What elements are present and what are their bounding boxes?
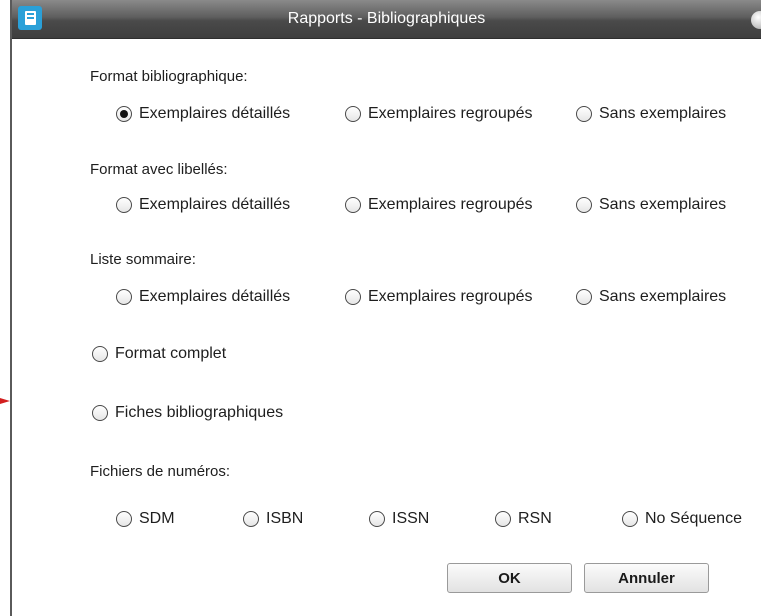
radio-fiches-bibliographiques[interactable]: Fiches bibliographiques	[92, 404, 283, 422]
radio-label: Format complet	[115, 345, 227, 362]
radio-sommaire-regroupes[interactable]: Exemplaires regroupés	[345, 288, 533, 306]
radio-checked-icon	[116, 106, 132, 122]
radio-label: Sans exemplaires	[599, 105, 727, 122]
radio-label: Sans exemplaires	[599, 288, 727, 305]
radio-unchecked-icon	[345, 289, 361, 305]
radio-libelles-sans[interactable]: Sans exemplaires	[576, 196, 726, 214]
radio-unchecked-icon	[622, 511, 638, 527]
radio-sommaire-detailles[interactable]: Exemplaires détaillés	[116, 288, 290, 306]
radio-unchecked-icon	[576, 197, 592, 213]
radio-libelles-regroupes[interactable]: Exemplaires regroupés	[345, 196, 533, 214]
radio-label: RSN	[518, 510, 552, 527]
radio-format-complet[interactable]: Format complet	[92, 345, 226, 363]
dialog-window: Rapports - Bibliographiques Format bibli…	[10, 0, 761, 616]
radio-label: ISBN	[266, 510, 304, 527]
radio-label: Fiches bibliographiques	[115, 404, 284, 421]
radio-label: Exemplaires regroupés	[368, 288, 533, 305]
radio-unchecked-icon	[116, 511, 132, 527]
radio-unchecked-icon	[345, 197, 361, 213]
radio-libelles-detailles[interactable]: Exemplaires détaillés	[116, 196, 290, 214]
radio-numero-issn[interactable]: ISSN	[369, 510, 429, 528]
annotation-arrow-icon	[0, 398, 10, 404]
radio-unchecked-icon	[92, 405, 108, 421]
radio-unchecked-icon	[576, 289, 592, 305]
cancel-button[interactable]: Annuler	[584, 563, 709, 593]
radio-numero-sequence[interactable]: No Séquence	[622, 510, 742, 528]
title-bar[interactable]: Rapports - Bibliographiques	[12, 0, 761, 39]
radio-label: Exemplaires détaillés	[139, 288, 291, 305]
radio-sommaire-sans[interactable]: Sans exemplaires	[576, 288, 726, 306]
radio-label: No Séquence	[645, 510, 742, 527]
radio-label: ISSN	[392, 510, 430, 527]
radio-numero-sdm[interactable]: SDM	[116, 510, 175, 528]
radio-numero-isbn[interactable]: ISBN	[243, 510, 303, 528]
radio-label: SDM	[139, 510, 175, 527]
radio-unchecked-icon	[345, 106, 361, 122]
radio-label: Sans exemplaires	[599, 196, 727, 213]
radio-label: Exemplaires regroupés	[368, 105, 533, 122]
section-label-format-bibliographique: Format bibliographique:	[90, 68, 248, 85]
radio-unchecked-icon	[116, 197, 132, 213]
radio-unchecked-icon	[576, 106, 592, 122]
section-label-format-libelles: Format avec libellés:	[90, 161, 228, 178]
ok-button[interactable]: OK	[447, 563, 572, 593]
radio-label: Exemplaires détaillés	[139, 105, 291, 122]
radio-unchecked-icon	[243, 511, 259, 527]
radio-unchecked-icon	[495, 511, 511, 527]
radio-format-biblio-detailles[interactable]: Exemplaires détaillés	[116, 105, 290, 123]
section-label-liste-sommaire: Liste sommaire:	[90, 251, 196, 268]
radio-format-biblio-sans[interactable]: Sans exemplaires	[576, 105, 726, 123]
radio-label: Exemplaires détaillés	[139, 196, 291, 213]
radio-unchecked-icon	[116, 289, 132, 305]
radio-unchecked-icon	[369, 511, 385, 527]
radio-format-biblio-regroupes[interactable]: Exemplaires regroupés	[345, 105, 533, 123]
radio-numero-rsn[interactable]: RSN	[495, 510, 552, 528]
radio-unchecked-icon	[92, 346, 108, 362]
radio-label: Exemplaires regroupés	[368, 196, 533, 213]
window-title: Rapports - Bibliographiques	[287, 10, 486, 27]
section-label-fichiers-numeros: Fichiers de numéros:	[90, 463, 231, 480]
